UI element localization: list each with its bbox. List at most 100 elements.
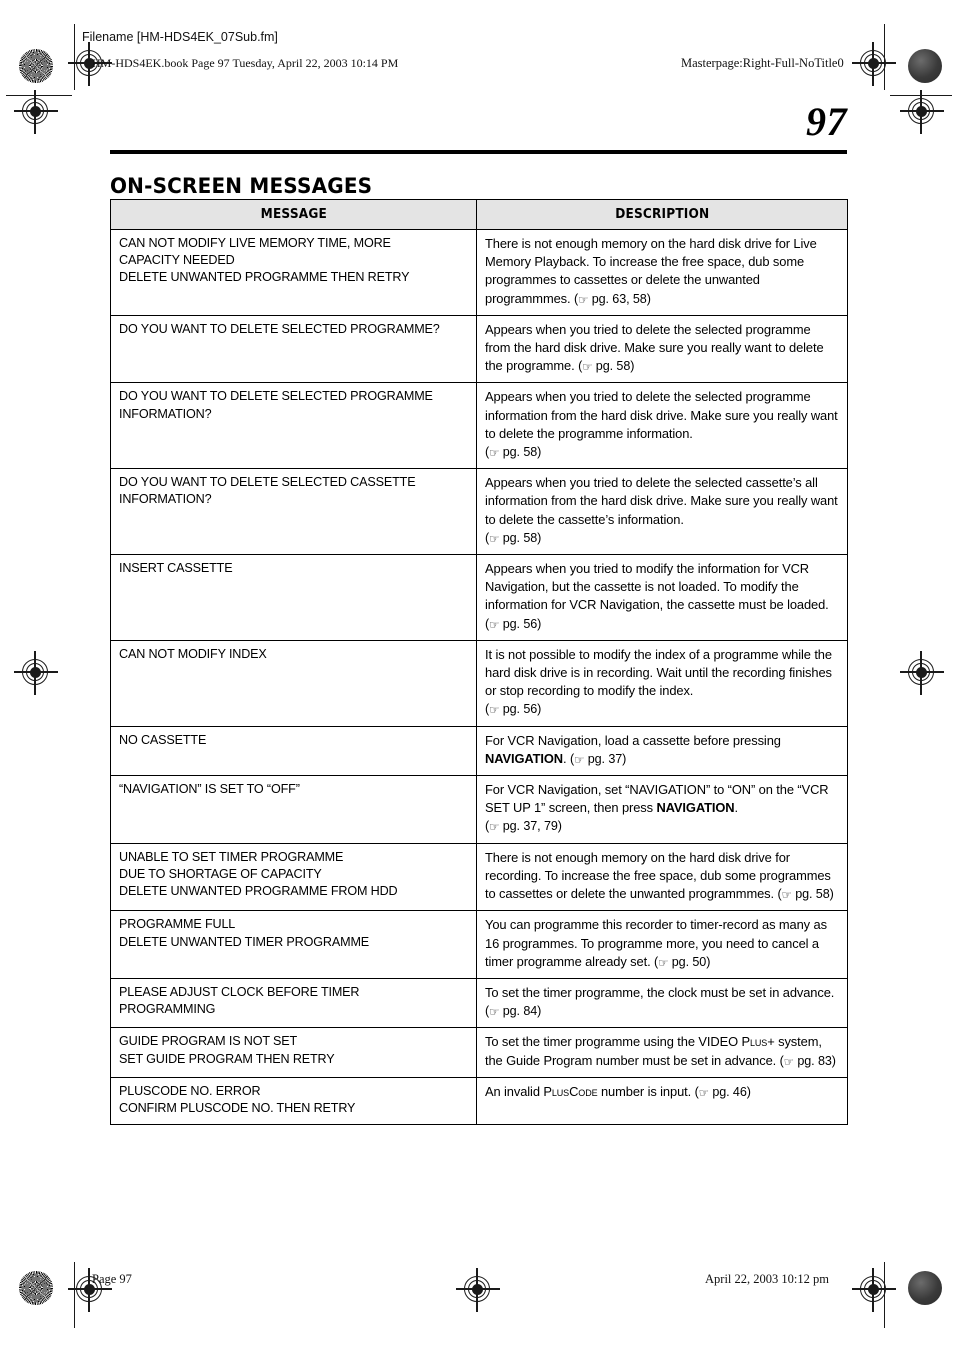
footer-timestamp: April 22, 2003 10:12 pm bbox=[705, 1272, 829, 1286]
registration-mark-left-upper bbox=[14, 90, 58, 134]
message-cell: DO YOU WANT TO DELETE SELECTED PROGRAMME… bbox=[110, 382, 477, 470]
densitometer-patch-bottom-right bbox=[908, 1271, 942, 1305]
page-reference: (☞ pg. 84) bbox=[485, 1004, 542, 1019]
message-cell: INSERT CASSETTE bbox=[110, 554, 477, 641]
masterpage-note: Masterpage:Right-Full-NoTitle0 bbox=[681, 56, 844, 70]
pointing-hand-icon: ☞ bbox=[489, 821, 500, 834]
description-cell: It is not possible to modify the index o… bbox=[476, 639, 848, 727]
message-line: “NAVIGATION” IS SET TO “OFF” bbox=[119, 782, 300, 797]
filename-note: Filename [HM-HDS4EK_07Sub.fm] bbox=[82, 30, 278, 44]
table-header-row: MESSAGE DESCRIPTION bbox=[110, 199, 848, 230]
table-row: GUIDE PROGRAM IS NOT SET SET GUIDE PROGRA… bbox=[110, 1027, 848, 1078]
trim-line-top-left-vertical bbox=[74, 24, 76, 90]
column-header-message-label: MESSAGE bbox=[260, 206, 327, 222]
densitometer-patch-top-left bbox=[19, 49, 53, 83]
page-reference: (☞ pg. 50) bbox=[654, 954, 711, 970]
description-text: There is not enough memory on the hard d… bbox=[485, 849, 834, 902]
table-body: CAN NOT MODIFY LIVE MEMORY TIME, MORE CAP… bbox=[110, 229, 848, 1126]
registration-mark-left-middle bbox=[14, 651, 58, 695]
message-line: DUE TO SHORTAGE OF CAPACITY bbox=[119, 866, 322, 881]
message-line: DO YOU WANT TO DELETE SELECTED PROGRAMME bbox=[119, 389, 433, 404]
message-cell: GUIDE PROGRAM IS NOT SET SET GUIDE PROGRA… bbox=[110, 1027, 477, 1078]
table-row: UNABLE TO SET TIMER PROGRAMME DUE TO SHOR… bbox=[110, 842, 848, 912]
page-reference: (☞ pg. 58) bbox=[485, 530, 542, 546]
registration-mark-bottom-center bbox=[456, 1268, 500, 1312]
description-reference-line: (☞ pg. 56) bbox=[485, 700, 839, 718]
page-reference: (☞ pg. 58) bbox=[485, 445, 542, 460]
column-header-description: DESCRIPTION bbox=[476, 199, 848, 230]
description-text: Appears when you tried to delete the sel… bbox=[485, 389, 838, 441]
message-cell: PROGRAMME FULL DELETE UNWANTED TIMER PROG… bbox=[110, 910, 477, 979]
registration-mark-right-upper bbox=[900, 90, 944, 134]
registration-mark-top-right bbox=[852, 42, 896, 86]
message-cell: CAN NOT MODIFY LIVE MEMORY TIME, MORE CAP… bbox=[110, 229, 477, 316]
page-reference: (☞ pg. 58) bbox=[777, 887, 834, 902]
message-line: PROGRAMMING bbox=[119, 1002, 216, 1017]
densitometer-patch-top-right bbox=[908, 49, 942, 83]
table-row: DO YOU WANT TO DELETE SELECTED CASSETTE I… bbox=[110, 468, 848, 556]
message-line: INFORMATION? bbox=[119, 406, 212, 421]
message-line: CONFIRM PLUSCODE NO. THEN RETRY bbox=[119, 1100, 356, 1115]
table-row: PROGRAMME FULL DELETE UNWANTED TIMER PROG… bbox=[110, 910, 848, 979]
table-row: PLUSCODE NO. ERROR CONFIRM PLUSCODE NO. T… bbox=[110, 1076, 848, 1126]
description-cell: There is not enough memory on the hard d… bbox=[476, 229, 848, 316]
registration-mark-bottom-right bbox=[852, 1268, 896, 1312]
description-text: Appears when you tried to delete the sel… bbox=[485, 321, 824, 374]
description-cell: Appears when you tried to delete the sel… bbox=[476, 382, 848, 470]
message-line: PROGRAMME FULL bbox=[119, 917, 236, 932]
pointing-hand-icon: ☞ bbox=[781, 889, 792, 902]
message-line: DO YOU WANT TO DELETE SELECTED CASSETTE bbox=[119, 475, 416, 490]
pointing-hand-icon: ☞ bbox=[783, 1056, 794, 1069]
page-reference: (☞ pg. 37, 79) bbox=[485, 819, 562, 834]
column-header-message: MESSAGE bbox=[110, 199, 477, 230]
message-line: CAPACITY NEEDED bbox=[119, 253, 235, 268]
button-name-emphasis: NAVIGATION bbox=[485, 750, 564, 766]
description-text: To set the timer programme using the VID… bbox=[485, 1034, 836, 1069]
description-cell: Appears when you tried to modify the inf… bbox=[476, 554, 848, 641]
small-caps-brandmark: PlusCode bbox=[543, 1083, 598, 1099]
page-reference: (☞ pg. 56) bbox=[485, 616, 542, 632]
description-cell: To set the timer programme, the clock mu… bbox=[476, 977, 848, 1029]
registration-mark-right-middle bbox=[900, 651, 944, 695]
densitometer-patch-bottom-left bbox=[19, 1271, 53, 1305]
description-reference-line: (☞ pg. 58) bbox=[485, 529, 839, 547]
message-cell: “NAVIGATION” IS SET TO “OFF” bbox=[110, 775, 477, 844]
page-reference: (☞ pg. 63, 58) bbox=[573, 291, 651, 307]
description-text: For VCR Navigation, set “NAVIGATION” to … bbox=[485, 782, 829, 816]
message-line: CAN NOT MODIFY INDEX bbox=[119, 646, 267, 661]
trim-line-bottom-left-vertical bbox=[74, 1262, 76, 1328]
button-name-emphasis: NAVIGATION bbox=[656, 800, 735, 816]
description-cell: For VCR Navigation, load a cassette befo… bbox=[476, 725, 848, 777]
description-text: You can programme this recorder to timer… bbox=[485, 917, 827, 970]
description-text: Appears when you tried to delete the sel… bbox=[485, 475, 838, 527]
description-cell: You can programme this recorder to timer… bbox=[476, 910, 848, 979]
pointing-hand-icon: ☞ bbox=[582, 361, 593, 374]
description-cell: There is not enough memory on the hard d… bbox=[476, 842, 848, 912]
message-line: PLUSCODE NO. ERROR bbox=[119, 1083, 261, 1098]
description-cell: Appears when you tried to delete the sel… bbox=[476, 314, 848, 384]
table-row: DO YOU WANT TO DELETE SELECTED PROGRAMME… bbox=[110, 382, 848, 470]
page-reference: (☞ pg. 56) bbox=[485, 702, 542, 717]
message-line: DELETE UNWANTED TIMER PROGRAMME bbox=[119, 934, 370, 949]
message-line: DELETE UNWANTED PROGRAMME FROM HDD bbox=[119, 884, 398, 899]
table-row: PLEASE ADJUST CLOCK BEFORE TIMER PROGRAMM… bbox=[110, 977, 848, 1029]
message-cell: PLEASE ADJUST CLOCK BEFORE TIMER PROGRAMM… bbox=[110, 977, 477, 1029]
description-cell: For VCR Navigation, set “NAVIGATION” to … bbox=[476, 775, 848, 844]
pointing-hand-icon: ☞ bbox=[698, 1087, 709, 1100]
description-text: There is not enough memory on the hard d… bbox=[485, 236, 817, 307]
pointing-hand-icon: ☞ bbox=[489, 447, 500, 460]
description-cell: An invalid PlusCode number is input. (☞ … bbox=[476, 1076, 848, 1126]
message-line: NO CASSETTE bbox=[119, 732, 207, 747]
page-folio-number: 97 bbox=[806, 99, 847, 144]
description-cell: Appears when you tried to delete the sel… bbox=[476, 468, 848, 556]
page-reference: (☞ pg. 83) bbox=[779, 1053, 836, 1069]
message-line: INSERT CASSETTE bbox=[119, 561, 233, 576]
description-text: An invalid PlusCode number is input. (☞ … bbox=[485, 1083, 751, 1100]
table-row: NO CASSETTE For VCR Navigation, load a ca… bbox=[110, 725, 848, 777]
message-line: SET GUIDE PROGRAM THEN RETRY bbox=[119, 1051, 335, 1066]
description-reference-line: (☞ pg. 37, 79) bbox=[485, 817, 839, 835]
message-line: DELETE UNWANTED PROGRAMME THEN RETRY bbox=[119, 270, 410, 285]
page-title: ON-SCREEN MESSAGES bbox=[110, 174, 373, 200]
pointing-hand-icon: ☞ bbox=[489, 1006, 500, 1019]
description-text: It is not possible to modify the index o… bbox=[485, 646, 832, 699]
